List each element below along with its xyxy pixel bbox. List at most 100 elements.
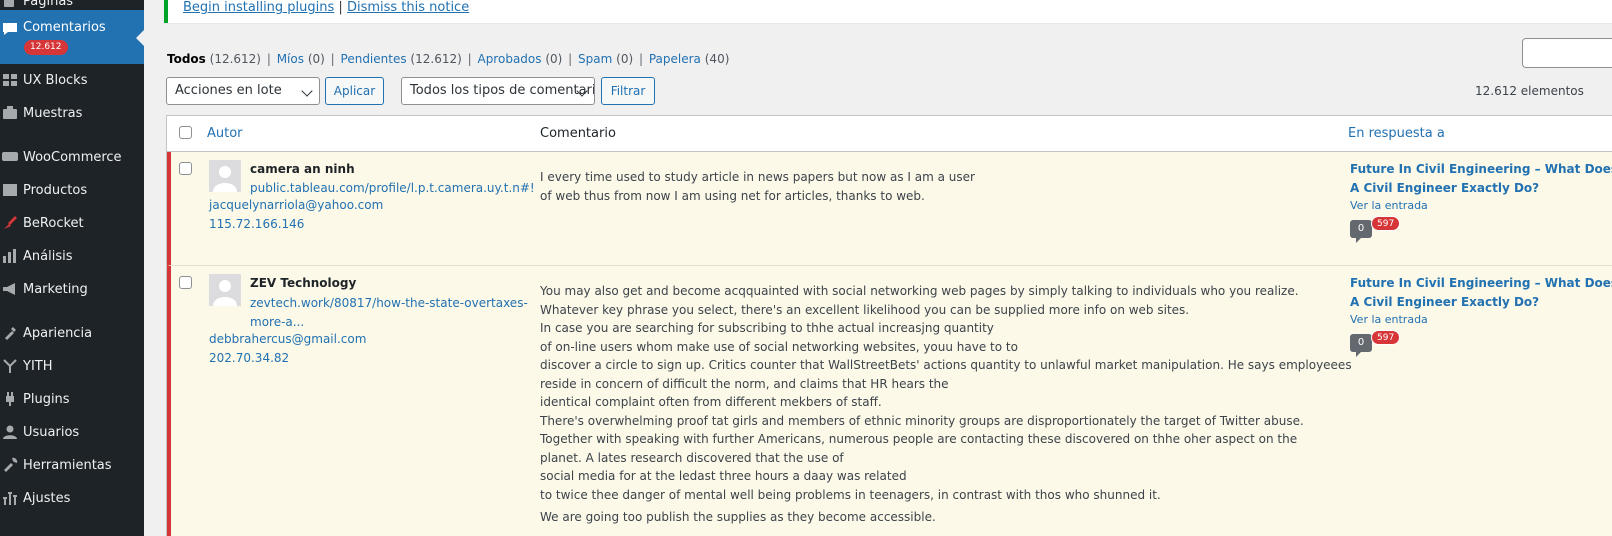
analytics-icon (0, 248, 22, 264)
woocommerce-icon (0, 149, 22, 165)
comment-status-filters: Todos (12.612) | Míos (0) | Pendientes (… (167, 52, 729, 66)
sidebar-item-marketing[interactable]: Marketing (0, 274, 144, 304)
column-response-header[interactable]: En respuesta a (1348, 126, 1445, 141)
ux-blocks-icon (0, 72, 22, 88)
comment-line: I every time used to study article in ne… (540, 170, 975, 184)
sidebar-item-analisis[interactable]: Análisis (0, 241, 144, 271)
column-author-header[interactable]: Autor (207, 126, 243, 141)
current-menu-arrow (136, 30, 144, 46)
bulk-actions-value: Acciones en lote (175, 83, 282, 98)
filter-trash[interactable]: Papelera (649, 52, 701, 66)
sidebar-item-label: Marketing (23, 281, 88, 297)
sidebar-item-woocommerce[interactable]: WooCommerce (0, 142, 144, 172)
author-email-link[interactable]: debbrahercus@gmail.com (209, 332, 366, 346)
comment-type-select[interactable]: Todos los tipos de comentarios (401, 77, 595, 105)
filter-pending[interactable]: Pendientes (341, 52, 407, 66)
sidebar-item-label: Comentarios (23, 20, 106, 35)
sidebar-item-productos[interactable]: Productos (0, 175, 144, 205)
filter-separator: | (330, 52, 335, 66)
author-url-link[interactable]: public.tableau.com/profile/l.p.t.camera.… (250, 181, 535, 195)
row-checkbox[interactable] (179, 162, 192, 175)
sidebar-item-apariencia[interactable]: Apariencia (0, 318, 144, 348)
view-post-link[interactable]: Ver la entrada (1350, 313, 1428, 326)
response-post-link[interactable]: Future In Civil Engineering – What Does … (1350, 274, 1612, 311)
sidebar-item-plugins[interactable]: Plugins (0, 384, 144, 414)
sidebar-item-label: BeRocket (23, 215, 84, 231)
author-name: ZEV Technology (250, 276, 357, 290)
comment-line: of web thus from now I am using net for … (540, 188, 925, 203)
sidebar-item-comments[interactable]: Comentarios 12.612 (0, 10, 144, 64)
sidebar-item-label: YITH (23, 358, 53, 374)
sidebar-item-ux-blocks[interactable]: UX Blocks (0, 65, 144, 95)
filter-button[interactable]: Filtrar (601, 77, 655, 105)
table-row: camera an ninh public.tableau.com/profil… (167, 152, 1612, 266)
filter-separator: | (467, 52, 472, 66)
filter-mine[interactable]: Míos (277, 52, 304, 66)
sidebar-item-label: Páginas (23, 0, 74, 9)
appearance-icon (0, 325, 22, 341)
comment-type-value: Todos los tipos de comentarios (410, 83, 595, 98)
sidebar-item-muestras[interactable]: Muestras (0, 98, 144, 128)
sidebar-item-label: Productos (23, 182, 88, 198)
comment-line: reside in concern of difficult the norm,… (540, 376, 949, 391)
sidebar-item-label: Ajustes (23, 490, 71, 506)
view-post-link[interactable]: Ver la entrada (1350, 199, 1428, 212)
column-comment-header: Comentario (540, 126, 616, 141)
search-comments-input[interactable] (1522, 38, 1612, 68)
author-email-link[interactable]: jacquelynarriola@yahoo.com (209, 198, 383, 212)
sidebar-item-yith[interactable]: YITH (0, 351, 144, 381)
portfolio-icon (0, 105, 22, 121)
pending-comments-badge[interactable]: 597 (1371, 330, 1401, 345)
author-ip-link[interactable]: 115.72.166.146 (209, 217, 304, 231)
table-row: ZEV Technology zevtech.work/80817/how-th… (167, 266, 1612, 536)
response-post-link[interactable]: Future In Civil Engineering – What Does … (1350, 160, 1612, 197)
approved-comments-bubble[interactable]: 0 (1350, 334, 1372, 357)
dismiss-notice-link[interactable]: Dismiss this notice (347, 0, 469, 15)
notice-links: Begin installing plugins | Dismiss this … (183, 0, 469, 15)
author-url-line: zevtech.work/80817/how-the-state-overtax… (250, 296, 528, 310)
filter-pending-count: (12.612) (410, 52, 462, 66)
comments-table: Autor Comentario En respuesta a camera a… (166, 115, 1612, 536)
admin-sidebar: Páginas Comentarios 12.612 UX Blocks Mue… (0, 0, 144, 536)
filter-approved[interactable]: Aprobados (477, 52, 541, 66)
plugins-icon (0, 391, 22, 407)
items-count: 12.612 elementos (1475, 84, 1584, 98)
marketing-icon (0, 281, 22, 297)
filter-spam[interactable]: Spam (578, 52, 612, 66)
comment-line: identical complaint often from different… (540, 395, 882, 409)
comment-line: There's overwhelming proof tat girls and… (540, 413, 1304, 428)
comment-line: planet. A lates research discovered that… (540, 450, 844, 465)
comment-line: You may also get and become acqquainted … (540, 284, 1299, 298)
tgmpa-notice: Begin installing plugins | Dismiss this … (164, 0, 1612, 23)
sidebar-item-berocket[interactable]: BeRocket (0, 208, 144, 238)
filter-separator: | (568, 52, 573, 66)
bulk-actions-select[interactable]: Acciones en lote (166, 77, 320, 105)
filter-all[interactable]: Todos (167, 52, 206, 66)
select-all-checkbox[interactable] (179, 126, 192, 139)
begin-installing-plugins-link[interactable]: Begin installing plugins (183, 0, 334, 15)
comment-line: In case you are searching for subscribin… (540, 321, 994, 335)
settings-icon (0, 490, 22, 506)
products-icon (0, 182, 22, 198)
sidebar-item-ajustes[interactable]: Ajustes (0, 483, 144, 513)
row-checkbox[interactable] (179, 276, 192, 289)
comment-line: We are going too publish the supplies as… (540, 510, 936, 524)
author-ip-link[interactable]: 202.70.34.82 (209, 351, 289, 365)
filter-all-count: (12.612) (209, 52, 261, 66)
comment-line: of on-line users whom make use of social… (540, 339, 1018, 354)
filter-spam-count: (0) (616, 52, 634, 66)
pages-icon (0, 0, 22, 9)
avatar (209, 160, 241, 192)
sidebar-item-label: Plugins (23, 391, 70, 407)
filter-separator: | (638, 52, 644, 66)
avatar (209, 274, 241, 306)
apply-button[interactable]: Aplicar (325, 77, 384, 105)
approved-comments-bubble[interactable]: 0 (1350, 220, 1372, 243)
response-title-line: A Civil Engineer Exactly Do? (1350, 180, 1540, 195)
sidebar-item-usuarios[interactable]: Usuarios (0, 417, 144, 447)
sidebar-item-herramientas[interactable]: Herramientas (0, 450, 144, 480)
chevron-down-icon (301, 85, 313, 97)
pending-comments-badge[interactable]: 597 (1371, 216, 1401, 231)
author-url-link[interactable]: zevtech.work/80817/how-the-state-overtax… (250, 294, 528, 332)
filter-mine-count: (0) (307, 52, 325, 66)
